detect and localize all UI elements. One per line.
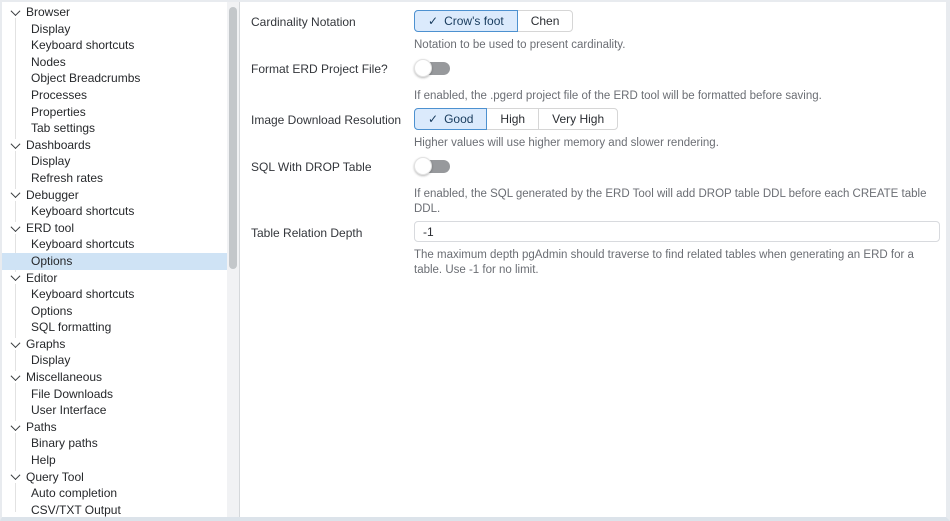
tree-group-label: Debugger bbox=[26, 187, 79, 202]
tree-item-erd-tool-options[interactable]: Options bbox=[2, 252, 239, 270]
tree-item-editor-options[interactable]: Options bbox=[2, 303, 239, 320]
tree-group-erd-tool[interactable]: ERD tool bbox=[2, 220, 239, 237]
chevron-down-icon[interactable] bbox=[8, 337, 22, 351]
tree-item-debugger-keyboard-shortcuts[interactable]: Keyboard shortcuts bbox=[2, 203, 239, 220]
chevron-down-icon[interactable] bbox=[8, 221, 22, 235]
cardinality-notation-button-group: ✓ Crow's foot Chen bbox=[414, 10, 574, 32]
sidebar-scrollbar-track[interactable] bbox=[227, 2, 239, 517]
chevron-down-icon[interactable] bbox=[8, 420, 22, 434]
sql-with-drop-table-toggle[interactable] bbox=[414, 156, 452, 176]
pref-help-table-relation-depth: The maximum depth pgAdmin should travers… bbox=[414, 249, 914, 276]
pref-control-image-download-resolution: ✓ Good High Very High Higher values will use… bbox=[414, 108, 943, 151]
tree-group-graphs[interactable]: Graphs bbox=[2, 336, 239, 353]
tree-item-paths-binary-paths[interactable]: Binary paths bbox=[2, 435, 239, 452]
option-label: Very High bbox=[552, 112, 605, 126]
tree-group-label: Browser bbox=[26, 5, 71, 19]
format-erd-project-file-toggle[interactable] bbox=[414, 58, 452, 78]
tree-group-label: Paths bbox=[26, 419, 57, 434]
check-icon: ✓ bbox=[428, 14, 439, 28]
tree-group-editor[interactable]: Editor bbox=[2, 270, 239, 287]
tree-item-query-tool-auto-completion[interactable]: Auto completion bbox=[2, 485, 239, 502]
option-good-button[interactable]: ✓ Good bbox=[414, 108, 488, 130]
tree-item-browser-processes[interactable]: Processes bbox=[2, 87, 239, 104]
toggle-knob bbox=[414, 157, 432, 175]
preferences-sidebar: Browser Display Keyboard shortcuts Nodes Obj… bbox=[2, 2, 240, 517]
pref-label-cardinality-notation: Cardinality Notation bbox=[251, 15, 356, 29]
pref-label-table-relation-depth: Table Relation Depth bbox=[251, 226, 363, 240]
tree-group-label: Dashboards bbox=[26, 137, 91, 152]
tree-item-query-tool-csv-txt-output[interactable]: CSV/TXT Output bbox=[2, 502, 239, 517]
pref-control-format-erd-project-file: If enabled, the .pgerd project file of t… bbox=[414, 57, 943, 104]
pref-help-cardinality-notation: Notation to be used to present cardinali… bbox=[414, 39, 626, 51]
option-chen-button[interactable]: Chen bbox=[516, 10, 574, 32]
tree-group-browser[interactable]: Browser bbox=[2, 4, 239, 21]
pref-label-image-download-resolution: Image Download Resolution bbox=[251, 113, 402, 127]
tree-item-dashboards-display[interactable]: Display bbox=[2, 153, 239, 170]
check-icon: ✓ bbox=[428, 112, 439, 126]
tree-group-label: Editor bbox=[26, 270, 58, 285]
pref-help-image-download-resolution: Higher values will use higher memory and… bbox=[414, 137, 719, 149]
tree-group-paths[interactable]: Paths bbox=[2, 419, 239, 436]
tree-group-dashboards[interactable]: Dashboards bbox=[2, 137, 239, 154]
tree-item-miscellaneous-user-interface[interactable]: User Interface bbox=[2, 402, 239, 419]
tree-item-browser-display[interactable]: Display bbox=[2, 21, 239, 38]
option-label: Crow's foot bbox=[444, 14, 504, 28]
tree-item-miscellaneous-file-downloads[interactable]: File Downloads bbox=[2, 386, 239, 403]
tree-group-debugger[interactable]: Debugger bbox=[2, 187, 239, 204]
option-label: High bbox=[500, 112, 526, 126]
table-relation-depth-input[interactable] bbox=[414, 221, 940, 242]
preferences-panel: Cardinality Notation ✓ Crow's foot Chen Nota… bbox=[240, 2, 946, 517]
pref-row-sql-with-drop-table: SQL With DROP Table If enabled, the SQL g… bbox=[251, 155, 946, 217]
image-download-resolution-button-group: ✓ Good High Very High bbox=[414, 108, 619, 130]
tree-item-browser-tab-settings[interactable]: Tab settings bbox=[2, 120, 239, 137]
pref-label-sql-with-drop-table: SQL With DROP Table bbox=[251, 160, 372, 174]
option-label: Chen bbox=[530, 14, 560, 28]
tree-item-browser-properties[interactable]: Properties bbox=[2, 104, 239, 121]
chevron-down-icon[interactable] bbox=[8, 370, 22, 384]
pref-control-cardinality-notation: ✓ Crow's foot Chen Notation to be used to p… bbox=[414, 10, 943, 53]
pref-help-sql-with-drop-table: If enabled, the SQL generated by the ERD… bbox=[414, 188, 927, 215]
option-label: Good bbox=[444, 112, 474, 126]
tree-item-graphs-display[interactable]: Display bbox=[2, 352, 239, 369]
pref-help-format-erd-project-file: If enabled, the .pgerd project file of t… bbox=[414, 90, 822, 102]
tree-item-browser-nodes[interactable]: Nodes bbox=[2, 54, 239, 71]
chevron-down-icon[interactable] bbox=[8, 5, 22, 19]
tree-group-label: Query Tool bbox=[26, 469, 84, 484]
tree-item-editor-sql-formatting[interactable]: SQL formatting bbox=[2, 319, 239, 336]
tree-item-dashboards-refresh-rates[interactable]: Refresh rates bbox=[2, 170, 239, 187]
pref-label-format-erd-project-file: Format ERD Project File? bbox=[251, 62, 388, 76]
tree-group-label: ERD tool bbox=[26, 220, 75, 235]
pref-row-cardinality-notation: Cardinality Notation ✓ Crow's foot Chen Nota… bbox=[251, 10, 946, 53]
tree-item-editor-keyboard-shortcuts[interactable]: Keyboard shortcuts bbox=[2, 286, 239, 303]
tree-group-label: Miscellaneous bbox=[26, 370, 103, 385]
pref-control-table-relation-depth: The maximum depth pgAdmin should travers… bbox=[414, 221, 943, 278]
sidebar-scrollbar-thumb[interactable] bbox=[229, 7, 237, 269]
option-crow-s-foot-button[interactable]: ✓ Crow's foot bbox=[414, 10, 518, 32]
pref-row-image-download-resolution: Image Download Resolution ✓ Good High Very H… bbox=[251, 108, 946, 151]
chevron-down-icon[interactable] bbox=[8, 271, 22, 284]
preferences-tree: Browser Display Keyboard shortcuts Nodes Obj… bbox=[2, 2, 239, 517]
tree-item-paths-help[interactable]: Help bbox=[2, 452, 239, 469]
preferences-dialog: Browser Display Keyboard shortcuts Nodes Obj… bbox=[0, 0, 950, 521]
pref-row-format-erd-project-file: Format ERD Project File? If enabled, the … bbox=[251, 57, 946, 104]
chevron-down-icon[interactable] bbox=[8, 470, 22, 483]
chevron-down-icon[interactable] bbox=[8, 188, 22, 201]
tree-group-query-tool[interactable]: Query Tool bbox=[2, 469, 239, 486]
chevron-down-icon[interactable] bbox=[8, 138, 22, 152]
tree-item-erd-tool-keyboard-shortcuts[interactable]: Keyboard shortcuts bbox=[2, 236, 239, 253]
tree-item-browser-keyboard-shortcuts[interactable]: Keyboard shortcuts bbox=[2, 37, 239, 54]
option-very-high-button[interactable]: Very High bbox=[538, 108, 619, 130]
tree-group-label: Graphs bbox=[26, 336, 66, 351]
tree-group-miscellaneous[interactable]: Miscellaneous bbox=[2, 369, 239, 386]
tree-item-browser-object-breadcrumbs[interactable]: Object Breadcrumbs bbox=[2, 70, 239, 87]
pref-control-sql-with-drop-table: If enabled, the SQL generated by the ERD… bbox=[414, 155, 943, 217]
toggle-knob bbox=[414, 59, 432, 77]
option-high-button[interactable]: High bbox=[486, 108, 540, 130]
pref-row-table-relation-depth: Table Relation Depth The maximum depth pg… bbox=[251, 221, 946, 278]
